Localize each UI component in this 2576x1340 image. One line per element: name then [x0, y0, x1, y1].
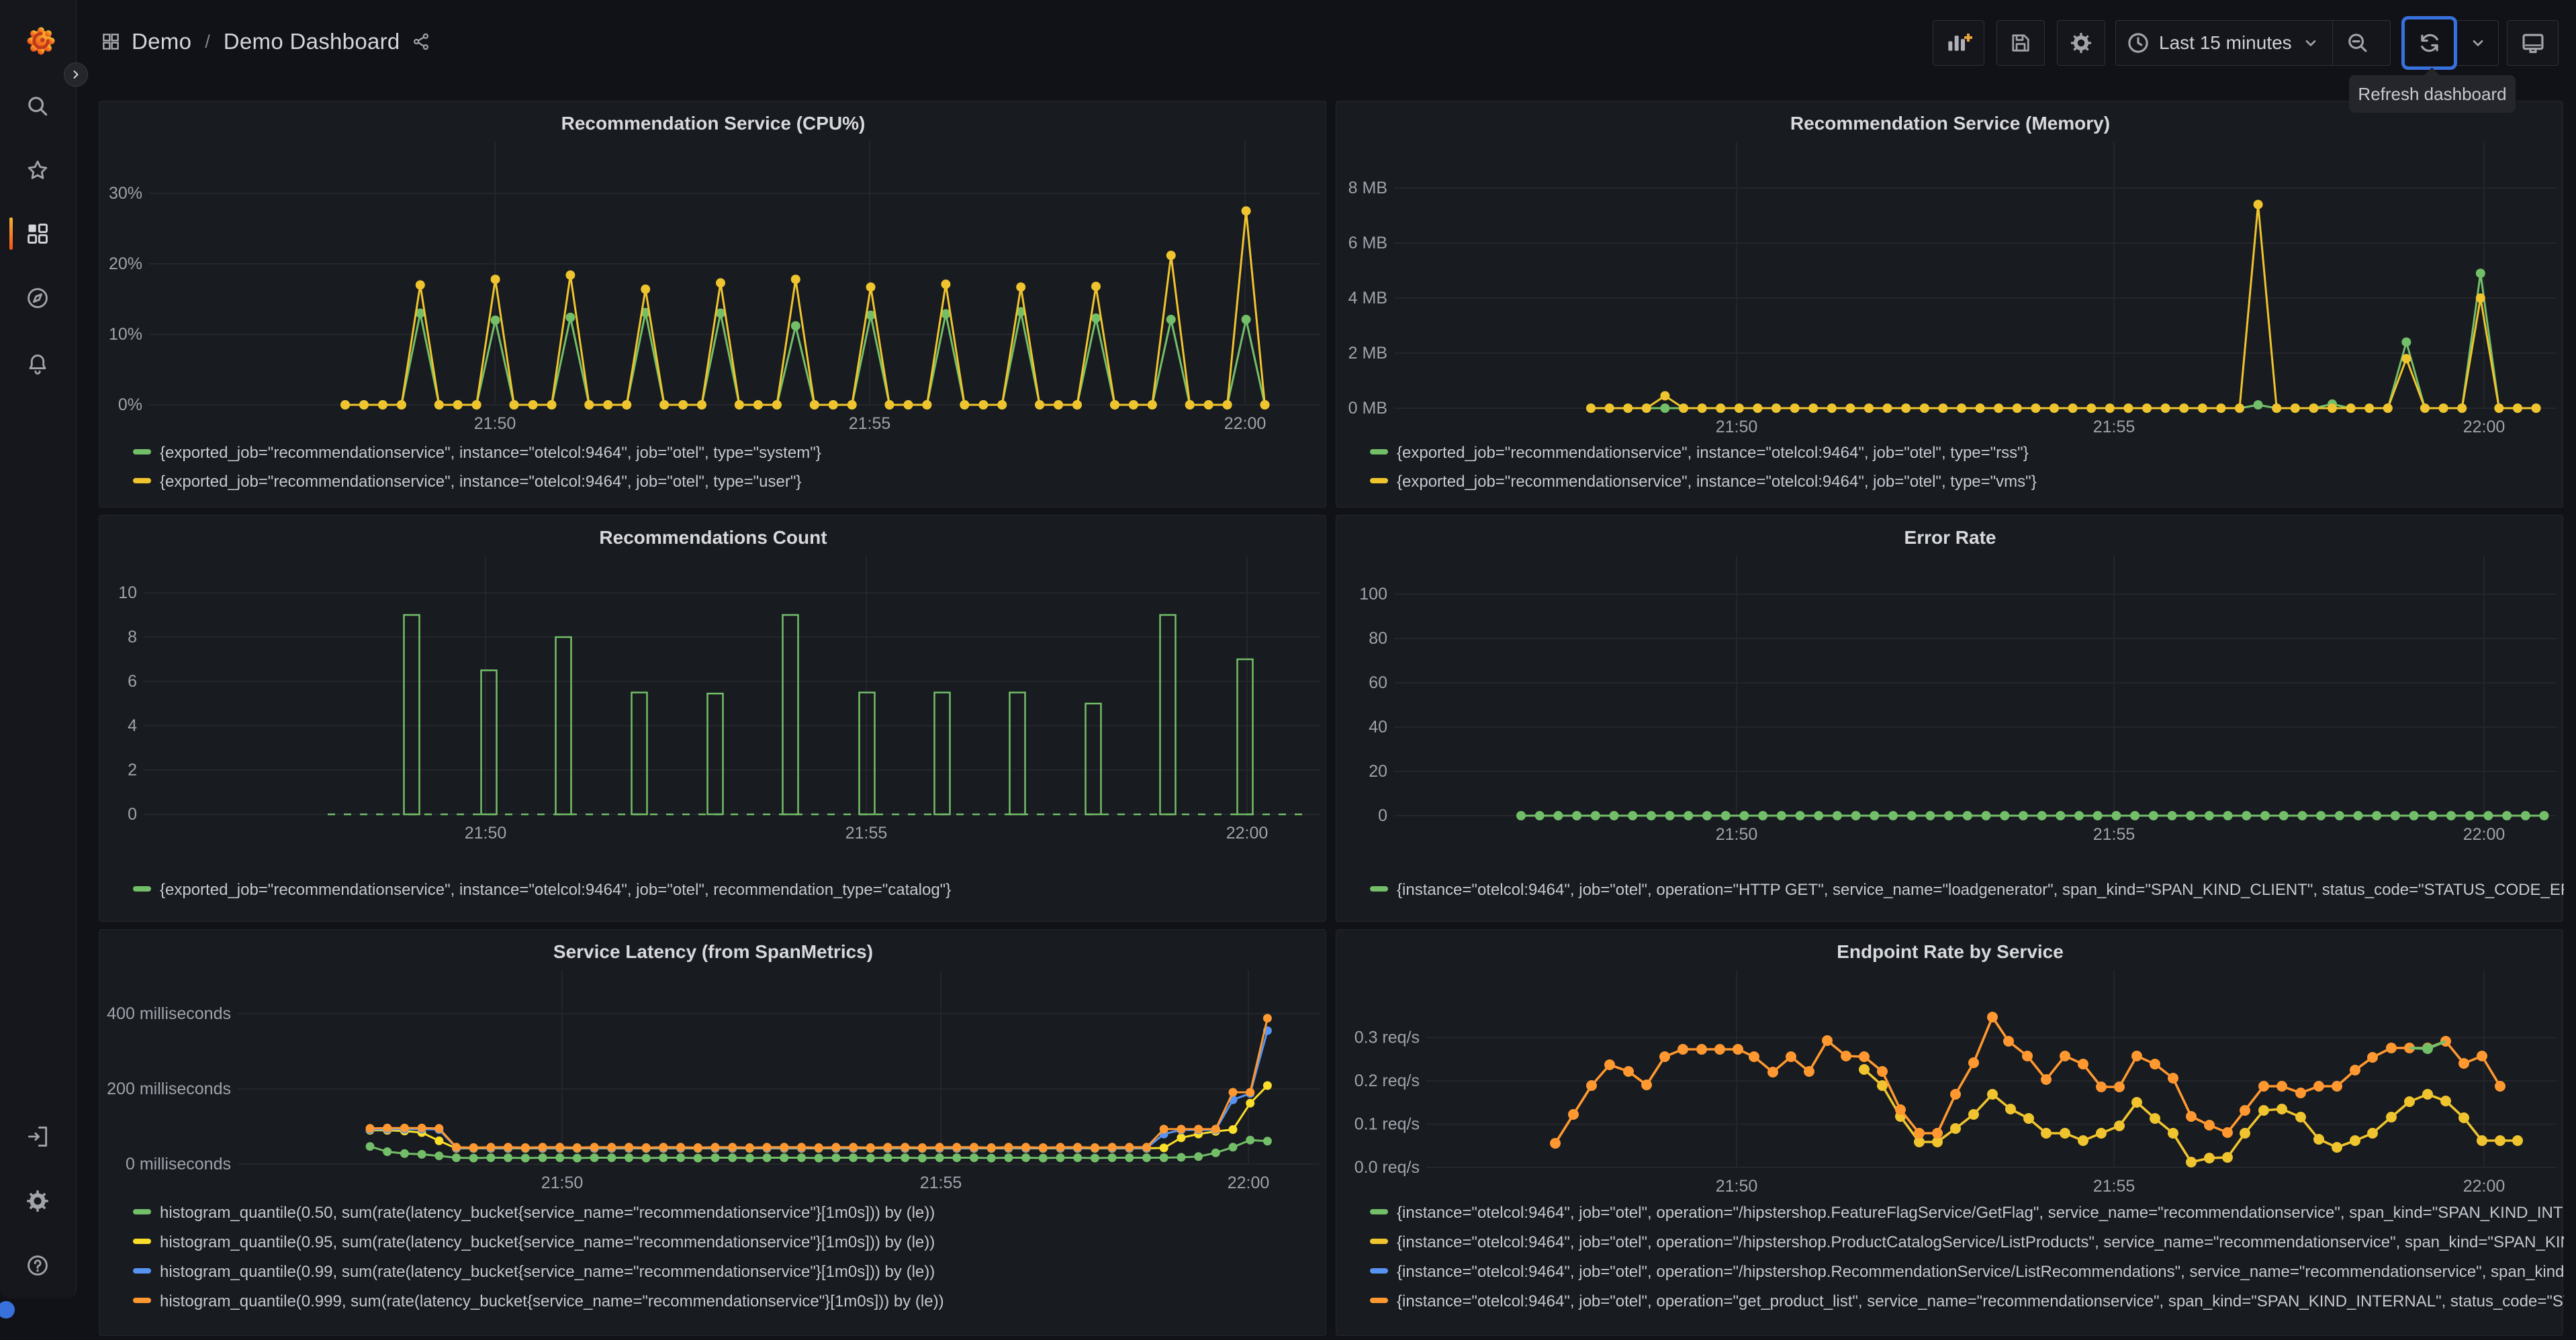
- svg-text:histogram_quantile(0.99, sum(r: histogram_quantile(0.99, sum(rate(latenc…: [160, 1263, 935, 1281]
- svg-text:22:00: 22:00: [2463, 418, 2505, 436]
- svg-text:21:55: 21:55: [2093, 825, 2135, 844]
- svg-text:{exported_job="recommendations: {exported_job="recommendationservice", i…: [160, 444, 821, 462]
- svg-text:0.2 req/s: 0.2 req/s: [1354, 1071, 1420, 1090]
- svg-text:0 milliseconds: 0 milliseconds: [126, 1155, 231, 1174]
- svg-text:21:50: 21:50: [1716, 1177, 1758, 1196]
- svg-text:8: 8: [128, 628, 137, 647]
- svg-text:22:00: 22:00: [1224, 414, 1267, 433]
- svg-text:{exported_job="recommendations: {exported_job="recommendationservice", i…: [160, 881, 951, 899]
- svg-text:histogram_quantile(0.50, sum(r: histogram_quantile(0.50, sum(rate(latenc…: [160, 1204, 935, 1222]
- svg-text:0.3 req/s: 0.3 req/s: [1354, 1028, 1420, 1047]
- svg-text:80: 80: [1369, 629, 1387, 648]
- svg-text:200 milliseconds: 200 milliseconds: [107, 1080, 231, 1098]
- svg-text:21:50: 21:50: [541, 1174, 584, 1192]
- svg-text:0: 0: [128, 805, 137, 824]
- svg-text:60: 60: [1369, 673, 1387, 692]
- svg-text:Error Rate: Error Rate: [1904, 527, 1996, 548]
- svg-text:{instance="otelcol:9464", job=: {instance="otelcol:9464", job="otel", op…: [1397, 881, 2564, 899]
- svg-text:21:55: 21:55: [2093, 1177, 2135, 1196]
- svg-text:21:55: 21:55: [849, 414, 891, 433]
- svg-text:22:00: 22:00: [2463, 1177, 2505, 1196]
- svg-text:400 milliseconds: 400 milliseconds: [107, 1004, 231, 1023]
- svg-text:Endpoint Rate by Service: Endpoint Rate by Service: [1837, 941, 2064, 962]
- svg-text:8 MB: 8 MB: [1348, 179, 1387, 197]
- svg-text:0.1 req/s: 0.1 req/s: [1354, 1115, 1420, 1134]
- svg-text:30%: 30%: [109, 184, 142, 203]
- svg-text:{exported_job="recommendations: {exported_job="recommendationservice", i…: [1397, 473, 2037, 491]
- svg-text:Recommendation Service (Memory: Recommendation Service (Memory): [1790, 113, 2110, 134]
- svg-text:{instance="otelcol:9464", job=: {instance="otelcol:9464", job="otel", op…: [1397, 1204, 2564, 1222]
- svg-text:20: 20: [1369, 762, 1387, 781]
- svg-text:4: 4: [128, 716, 137, 735]
- svg-text:21:55: 21:55: [920, 1174, 962, 1192]
- svg-text:22:00: 22:00: [1228, 1174, 1270, 1192]
- svg-text:Service Latency (from SpanMetr: Service Latency (from SpanMetrics): [553, 941, 873, 962]
- svg-text:{exported_job="recommendations: {exported_job="recommendationservice", i…: [1397, 444, 2029, 462]
- svg-text:histogram_quantile(0.95, sum(r: histogram_quantile(0.95, sum(rate(latenc…: [160, 1233, 935, 1251]
- svg-text:21:50: 21:50: [465, 824, 507, 843]
- svg-text:6: 6: [128, 672, 137, 691]
- svg-text:2 MB: 2 MB: [1348, 344, 1387, 363]
- svg-text:22:00: 22:00: [2463, 825, 2505, 844]
- svg-text:{instance="otelcol:9464", job=: {instance="otelcol:9464", job="otel", op…: [1397, 1233, 2564, 1251]
- svg-text:21:50: 21:50: [474, 414, 516, 433]
- svg-text:Recommendation Service (CPU%): Recommendation Service (CPU%): [561, 113, 866, 134]
- svg-text:22:00: 22:00: [1226, 824, 1269, 843]
- svg-text:{exported_job="recommendations: {exported_job="recommendationservice", i…: [160, 473, 801, 491]
- svg-text:0%: 0%: [118, 395, 142, 414]
- svg-text:21:50: 21:50: [1716, 418, 1758, 436]
- svg-text:6 MB: 6 MB: [1348, 234, 1387, 252]
- svg-text:Recommendations Count: Recommendations Count: [599, 527, 827, 548]
- svg-text:100: 100: [1359, 585, 1387, 604]
- svg-text:{instance="otelcol:9464", job=: {instance="otelcol:9464", job="otel", op…: [1397, 1263, 2564, 1281]
- svg-text:21:55: 21:55: [845, 824, 888, 843]
- svg-text:0: 0: [1378, 806, 1387, 825]
- svg-text:0.0 req/s: 0.0 req/s: [1354, 1158, 1420, 1177]
- svg-text:40: 40: [1369, 718, 1387, 736]
- svg-text:2: 2: [128, 761, 137, 779]
- svg-text:10: 10: [118, 583, 137, 602]
- svg-text:4 MB: 4 MB: [1348, 289, 1387, 307]
- svg-text:21:55: 21:55: [2093, 418, 2135, 436]
- svg-text:10%: 10%: [109, 325, 142, 344]
- svg-text:20%: 20%: [109, 254, 142, 273]
- svg-text:0 MB: 0 MB: [1348, 399, 1387, 418]
- svg-text:21:50: 21:50: [1716, 825, 1758, 844]
